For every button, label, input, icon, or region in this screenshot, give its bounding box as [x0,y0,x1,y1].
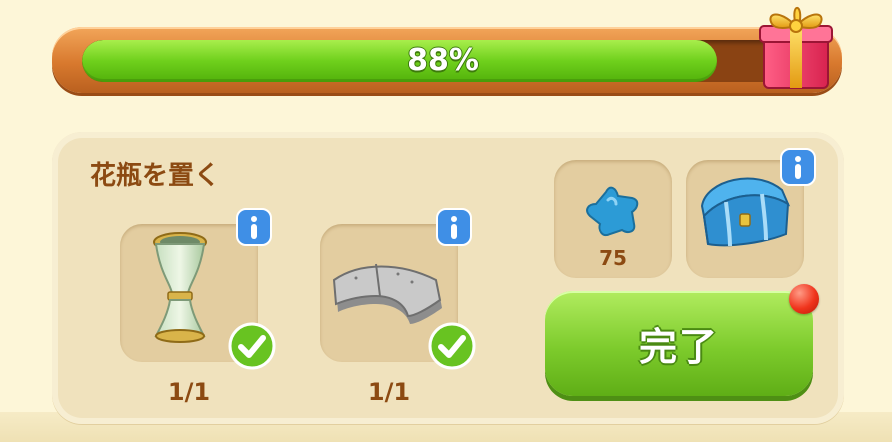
info-icon[interactable] [780,148,816,186]
requirement-count-vase: 1/1 [167,378,211,406]
checkmark-icon [228,322,276,370]
info-icon[interactable] [436,208,472,246]
notification-dot [789,284,819,314]
info-icon[interactable] [236,208,272,246]
requirement-count-stone-slab: 1/1 [367,378,411,406]
reward-slot-star: 75 [554,160,672,278]
complete-button-label: 完了 [638,325,719,369]
reward-amount: 75 [599,246,627,270]
progress-percent-label: 88% [407,43,479,78]
task-title: 花瓶を置く [90,161,221,191]
complete-button[interactable]: 完了 [545,291,813,396]
gift-box-icon[interactable] [756,0,836,92]
checkmark-icon [428,322,476,370]
